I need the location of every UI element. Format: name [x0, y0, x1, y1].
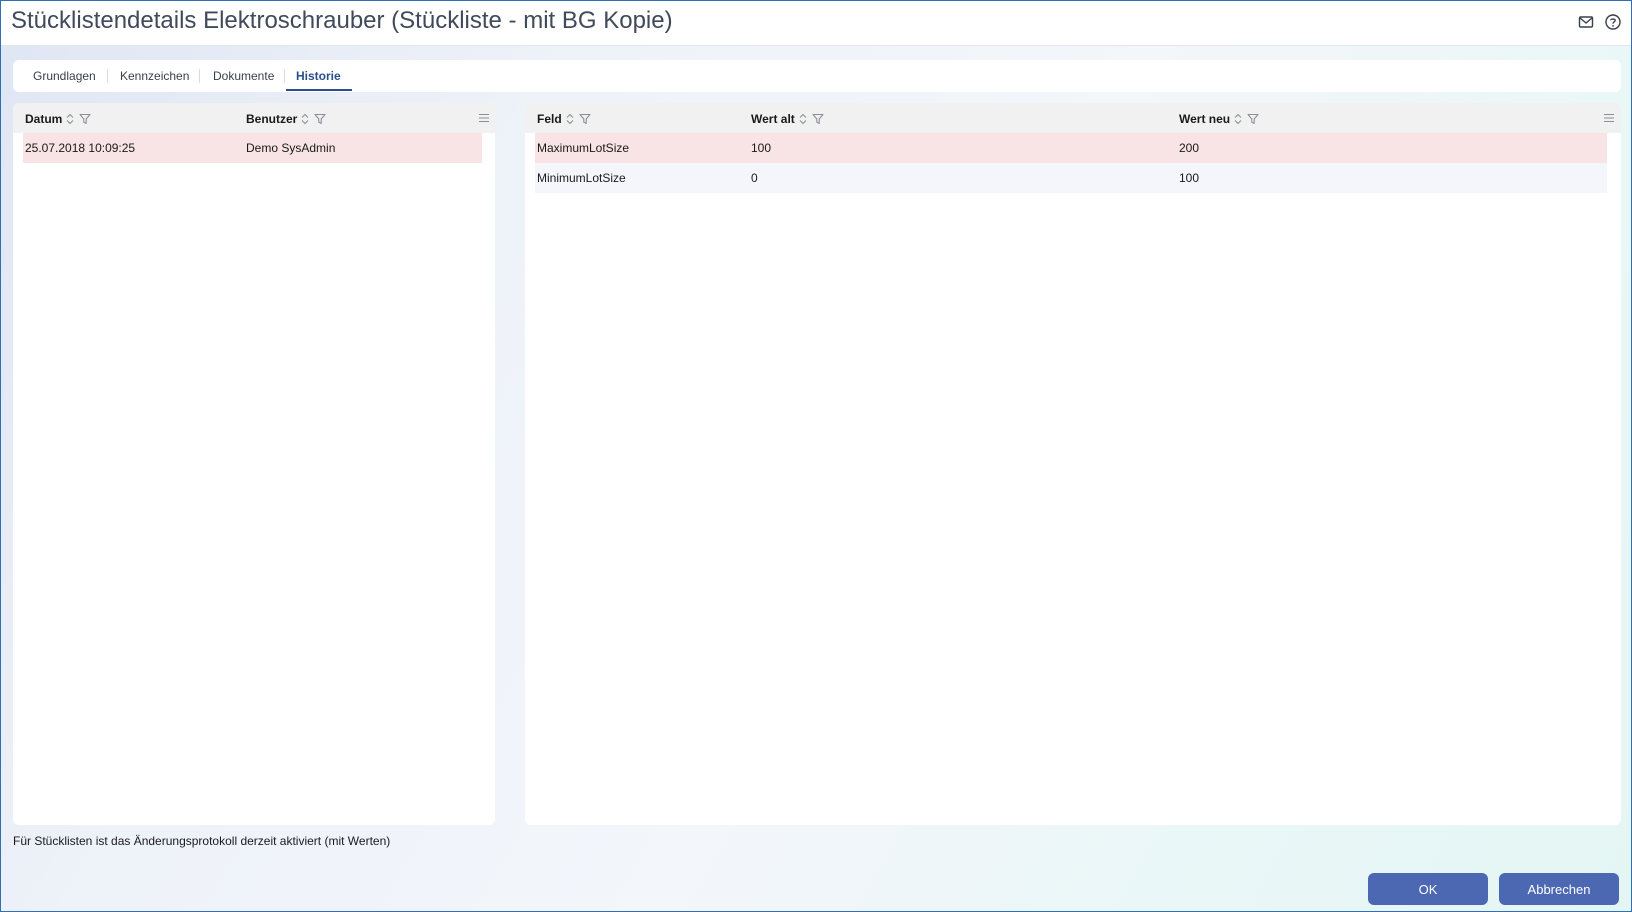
column-label: Datum: [25, 111, 63, 126]
grid-header: Feld Wert alt Wert neu: [525, 103, 1621, 133]
tab-grundlagen[interactable]: Grundlagen: [33, 60, 96, 92]
tab-bar: Grundlagen Kennzeichen Dokumente Histori…: [13, 60, 1621, 92]
sort-icon[interactable]: [65, 113, 75, 125]
column-menu-icon[interactable]: [478, 112, 490, 124]
grid-header: Datum Benutzer: [13, 103, 495, 133]
column-label: Wert neu: [1179, 111, 1231, 126]
ok-button[interactable]: OK: [1368, 873, 1488, 905]
sort-icon[interactable]: [565, 113, 575, 125]
tab-divider: [284, 69, 285, 83]
table-row[interactable]: 25.07.2018 10:09:25 Demo SysAdmin: [23, 133, 482, 163]
column-label: Benutzer: [246, 111, 298, 126]
sort-icon[interactable]: [300, 113, 310, 125]
mail-icon[interactable]: [1577, 13, 1595, 31]
column-header-datum[interactable]: Datum: [25, 103, 91, 133]
cell-feld: MaximumLotSize: [537, 141, 630, 155]
cell-wert-alt: 100: [751, 141, 772, 155]
column-label: Feld: [537, 111, 562, 126]
detail-grid: Feld Wert alt Wert neu MaximumLotSize 10…: [525, 103, 1621, 825]
cell-wert-neu: 100: [1179, 171, 1200, 185]
sort-icon[interactable]: [1233, 113, 1243, 125]
tab-kennzeichen[interactable]: Kennzeichen: [120, 60, 189, 92]
tab-dokumente[interactable]: Dokumente: [213, 60, 274, 92]
cancel-button[interactable]: Abbrechen: [1499, 873, 1619, 905]
cell-feld: MinimumLotSize: [537, 171, 626, 185]
filter-icon[interactable]: [314, 113, 326, 125]
dialog-title: Stücklistendetails Elektroschrauber (Stü…: [11, 7, 673, 34]
cell-benutzer: Demo SysAdmin: [246, 141, 336, 155]
cell-wert-alt: 0: [751, 171, 758, 185]
table-row[interactable]: MaximumLotSize 100 200: [535, 133, 1607, 163]
filter-icon[interactable]: [79, 113, 91, 125]
tab-divider: [107, 69, 108, 83]
filter-icon[interactable]: [579, 113, 591, 125]
active-tab-indicator: [286, 89, 352, 91]
tab-divider: [199, 69, 200, 83]
filter-icon[interactable]: [1247, 113, 1259, 125]
column-menu-icon[interactable]: [1603, 112, 1615, 124]
audit-status-text: Für Stücklisten ist das Änderungsprotoko…: [13, 834, 391, 848]
filter-icon[interactable]: [812, 113, 824, 125]
dialog-window: Stücklistendetails Elektroschrauber (Stü…: [0, 0, 1632, 912]
column-header-wert-alt[interactable]: Wert alt: [751, 103, 824, 133]
column-header-benutzer[interactable]: Benutzer: [246, 103, 326, 133]
help-icon[interactable]: [1604, 13, 1622, 31]
table-row[interactable]: MinimumLotSize 0 100: [535, 163, 1607, 193]
cell-wert-neu: 200: [1179, 141, 1200, 155]
tab-historie[interactable]: Historie: [296, 60, 341, 92]
column-header-wert-neu[interactable]: Wert neu: [1179, 103, 1259, 133]
history-grid: Datum Benutzer 25.07.2018 10:09:25 Demo …: [13, 103, 495, 825]
title-bar: Stücklistendetails Elektroschrauber (Stü…: [1, 1, 1631, 46]
sort-icon[interactable]: [798, 113, 808, 125]
cell-datum: 25.07.2018 10:09:25: [25, 141, 136, 155]
column-label: Wert alt: [751, 111, 795, 126]
column-header-feld[interactable]: Feld: [537, 103, 591, 133]
